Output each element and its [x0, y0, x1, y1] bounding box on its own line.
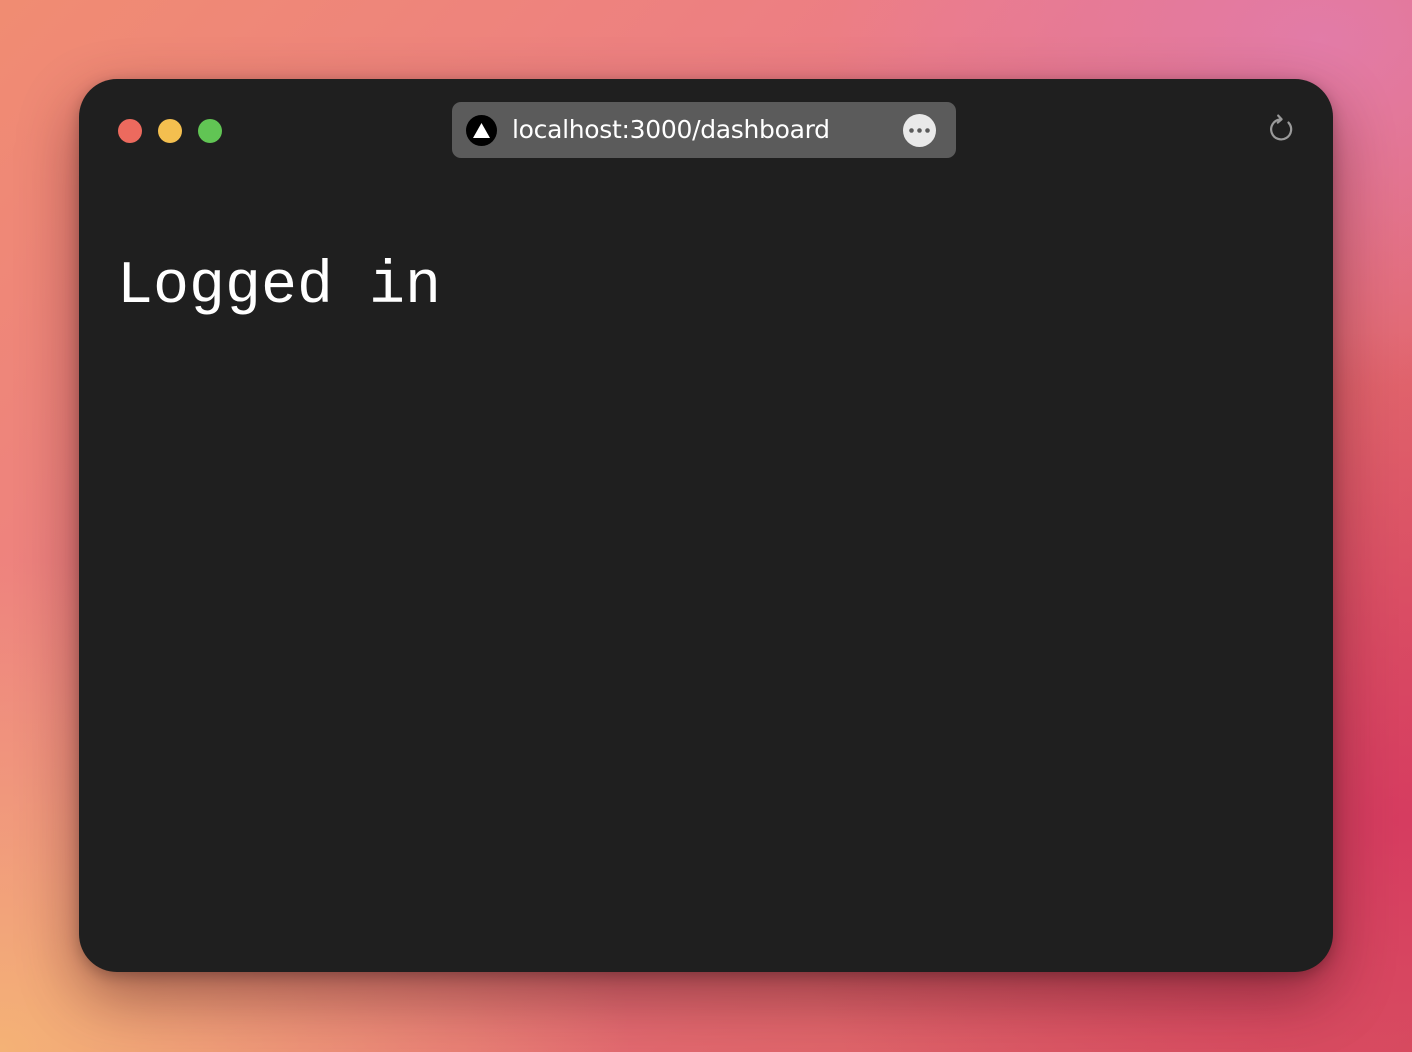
- triangle-logo-icon: [466, 115, 497, 146]
- browser-window: localhost:3000/dashboard Logged in: [79, 79, 1333, 972]
- minimize-window-button[interactable]: [158, 119, 182, 143]
- reload-icon[interactable]: [1267, 114, 1297, 144]
- url-text[interactable]: localhost:3000/dashboard: [512, 102, 830, 158]
- zoom-window-button[interactable]: [198, 119, 222, 143]
- title-bar: localhost:3000/dashboard: [79, 79, 1333, 181]
- address-bar[interactable]: localhost:3000/dashboard: [452, 102, 956, 158]
- page-heading: Logged in: [117, 253, 442, 321]
- close-window-button[interactable]: [118, 119, 142, 143]
- ellipsis-icon[interactable]: [903, 114, 936, 147]
